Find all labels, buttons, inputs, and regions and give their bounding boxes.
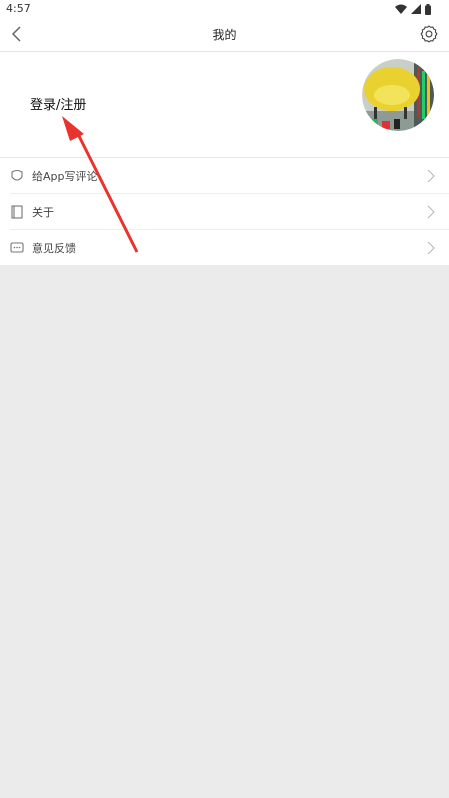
avatar-image: [362, 59, 434, 131]
badge-icon: [11, 169, 23, 181]
menu-item-about[interactable]: 关于: [10, 194, 449, 230]
menu-item-label: 给App写评论: [32, 170, 98, 183]
menu-item-feedback[interactable]: 意见反馈: [10, 230, 449, 265]
nav-bar: 我的: [0, 18, 449, 52]
chevron-right-icon: [427, 169, 435, 183]
signal-icon: [411, 4, 421, 14]
chevron-right-icon: [427, 205, 435, 219]
menu-list: 给App写评论 关于 意见反馈: [0, 158, 449, 265]
status-icons: [395, 3, 431, 15]
menu-item-label: 关于: [32, 206, 54, 219]
battery-icon: [425, 3, 431, 15]
menu-item-label: 意见反馈: [32, 242, 76, 255]
chat-icon: [10, 242, 24, 253]
chevron-right-icon: [427, 241, 435, 255]
profile-header: 登录/注册: [0, 51, 449, 158]
gear-icon[interactable]: [419, 24, 439, 44]
status-bar: 4:57: [0, 0, 449, 18]
menu-item-rate-app[interactable]: 给App写评论: [10, 158, 449, 194]
book-icon: [11, 205, 23, 219]
page-title: 我的: [212, 28, 237, 42]
avatar[interactable]: [362, 59, 434, 131]
status-time: 4:57: [6, 2, 31, 15]
login-register-link[interactable]: 登录/注册: [30, 94, 86, 113]
wifi-icon: [395, 4, 407, 14]
